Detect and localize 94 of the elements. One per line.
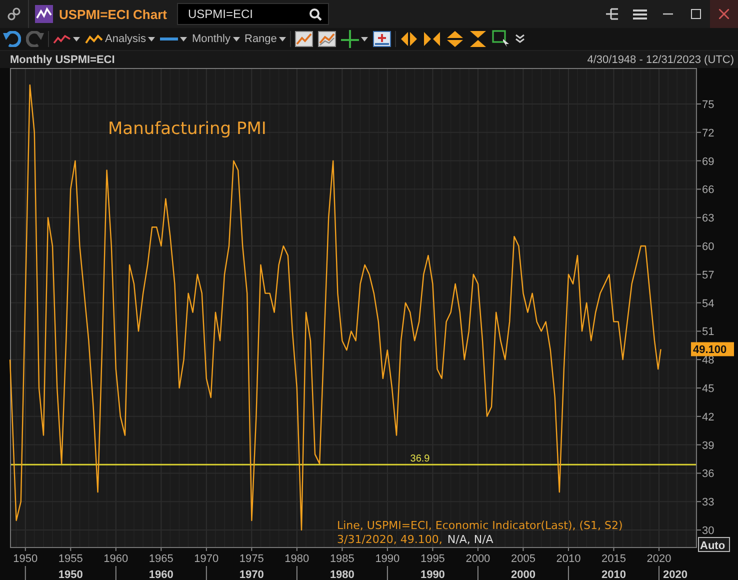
chart-compare-button[interactable] xyxy=(316,29,337,49)
decade-label: 2000 xyxy=(510,569,536,580)
legend-text: Line, USPMI=ECI, Economic Indicator(Last), (S1, S2) xyxy=(337,519,623,532)
add-chart-button[interactable] xyxy=(372,29,392,49)
range-dropdown[interactable]: Range xyxy=(244,29,287,49)
selection-cursor-icon xyxy=(492,30,510,48)
chart-icon xyxy=(294,31,313,47)
decade-label: 1950 xyxy=(58,569,83,580)
zigzag-line-icon xyxy=(85,34,103,44)
y-axis-label: 51 xyxy=(702,326,714,338)
caret-icon xyxy=(232,36,240,42)
search-icon[interactable] xyxy=(309,8,322,21)
x-axis-label: 2020 xyxy=(646,553,672,565)
y-axis-label: 36 xyxy=(702,468,714,480)
x-axis-label: 1965 xyxy=(148,553,174,565)
line-chart-icon xyxy=(35,5,53,23)
caret-icon xyxy=(278,36,286,42)
x-axis-label: 1995 xyxy=(420,553,445,565)
y-axis-label: 48 xyxy=(702,354,714,367)
x-axis-label: 1975 xyxy=(239,553,264,565)
expand-vertical-button[interactable] xyxy=(444,29,465,49)
last-value-tag: 49.100 xyxy=(691,342,734,356)
close-button[interactable] xyxy=(710,0,738,28)
chart-icon xyxy=(318,31,336,47)
chart-annotation: Manufacturing PMI xyxy=(108,119,266,139)
x-axis-label: 2005 xyxy=(510,553,536,565)
y-axis-label: 69 xyxy=(702,156,714,168)
up-down-arrows-icon xyxy=(446,30,464,48)
decade-label: 2010 xyxy=(601,569,626,580)
x-axis-label: 2010 xyxy=(556,553,581,565)
decade-label: 1990 xyxy=(420,569,445,580)
y-axis-label: 39 xyxy=(702,440,714,452)
caret-icon xyxy=(180,36,187,42)
y-axis-label: 45 xyxy=(702,383,714,395)
plus-square-icon xyxy=(372,31,391,47)
tree-icon xyxy=(605,8,619,20)
y-axis-label: 66 xyxy=(702,184,714,196)
left-right-arrows-icon xyxy=(400,31,418,47)
y-axis-label: 75 xyxy=(702,98,714,111)
crosshair-dropdown[interactable] xyxy=(340,29,369,49)
caret-icon xyxy=(360,36,368,42)
caret-icon xyxy=(73,36,80,42)
y-axis-label: 33 xyxy=(702,496,714,509)
maximize-icon xyxy=(691,9,701,19)
y-axis-label: 42 xyxy=(702,411,714,424)
menu-icon xyxy=(633,8,647,20)
y-axis-label: 60 xyxy=(702,241,714,253)
x-axis-label: 2000 xyxy=(466,553,490,565)
x-axis-label: 1950 xyxy=(13,553,38,565)
y-axis-label: 63 xyxy=(702,212,714,225)
double-chevron-icon xyxy=(514,34,525,44)
undo-arrow-icon xyxy=(3,31,21,47)
x-axis-label: 1985 xyxy=(330,553,354,565)
x-axis-label: 1955 xyxy=(58,553,83,565)
crosshair-icon xyxy=(340,30,359,48)
decade-label: 1980 xyxy=(330,569,354,580)
auto-button[interactable]: Auto xyxy=(698,537,730,552)
zigzag-line-icon xyxy=(53,34,71,44)
reference-label: 36.9 xyxy=(410,454,430,465)
decade-label: 2020 xyxy=(662,569,688,580)
redo-arrow-icon xyxy=(26,31,44,47)
decade-label: 1960 xyxy=(148,569,174,580)
legend-values: 3/31/2020, 49.100, xyxy=(337,533,442,546)
line-style-icon xyxy=(160,37,178,41)
legend-status: N/A, N/A xyxy=(447,533,494,546)
x-axis-label: 2015 xyxy=(601,553,626,565)
y-axis-label: 57 xyxy=(702,269,714,282)
chart-title: Monthly USPMI=ECI xyxy=(10,54,115,66)
y-axis-label: 72 xyxy=(702,127,714,140)
date-range: 4/30/1948 - 12/31/2023 (UTC) xyxy=(587,54,734,66)
hourglass-arrows-icon xyxy=(468,30,487,48)
x-axis-label: 1970 xyxy=(194,553,219,565)
redo-button[interactable] xyxy=(25,29,45,49)
link-icon[interactable] xyxy=(7,7,21,21)
x-axis-label: 1980 xyxy=(284,553,310,565)
x-axis-label: 1990 xyxy=(375,553,400,565)
window-title: USPMI=ECI Chart xyxy=(59,6,167,22)
x-axis-label: 1960 xyxy=(104,553,128,565)
undo-button[interactable] xyxy=(2,29,22,49)
analysis-dropdown[interactable]: Analysis xyxy=(84,29,156,49)
search-field[interactable]: USPMI=ECI xyxy=(177,3,329,25)
shrink-horizontal-button[interactable] xyxy=(422,29,442,49)
inward-arrows-icon xyxy=(422,31,441,47)
shrink-vertical-button[interactable] xyxy=(468,29,488,49)
caret-icon xyxy=(148,36,155,42)
interval-dropdown[interactable]: Monthly xyxy=(190,29,240,49)
expand-horizontal-button[interactable] xyxy=(398,29,419,49)
chart-style-button[interactable] xyxy=(294,29,314,49)
minimize-icon xyxy=(663,13,673,15)
y-axis-label: 30 xyxy=(702,525,714,537)
decade-label: 1970 xyxy=(239,569,264,580)
select-zoom-button[interactable] xyxy=(490,29,511,49)
y-axis-label: 54 xyxy=(702,298,714,310)
close-icon xyxy=(719,9,729,19)
